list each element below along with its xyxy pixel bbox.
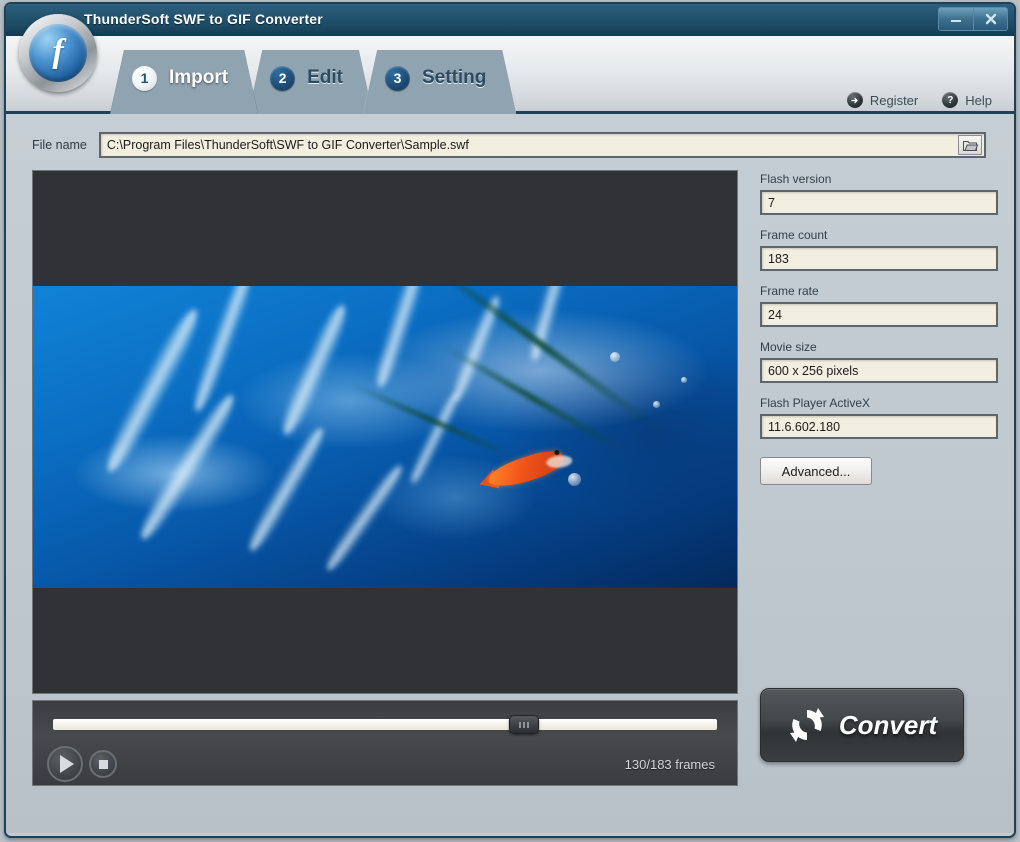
play-button[interactable]	[47, 746, 83, 782]
flash-version-value	[760, 190, 998, 215]
flash-logo-icon: f	[29, 24, 87, 82]
letterbox-bottom	[33, 588, 737, 693]
stop-icon	[98, 759, 108, 769]
tab-import[interactable]: 1 Import	[110, 50, 258, 114]
header-actions: Register ? Help	[846, 92, 992, 108]
tab-list: 1 Import 2 Edit 3 Setting	[110, 50, 506, 114]
app-logo-icon: f	[19, 14, 97, 92]
advanced-button[interactable]: Advanced...	[760, 457, 872, 485]
letterbox-top	[33, 171, 737, 286]
info-panel: Flash version Frame count Frame rate Mov…	[760, 170, 998, 786]
browse-button[interactable]	[958, 135, 982, 155]
flash-player-activex-value	[760, 414, 998, 439]
seek-slider-thumb[interactable]	[509, 715, 540, 734]
frame-rate-value	[760, 302, 998, 327]
help-icon: ?	[942, 92, 959, 108]
folder-open-icon	[962, 140, 978, 151]
tab-edit-number: 2	[270, 66, 295, 91]
player-controls: 130/183 frames	[32, 700, 738, 786]
content-columns: 130/183 frames Flash version Frame count…	[22, 170, 998, 786]
tab-import-label: Import	[169, 67, 229, 88]
minimize-button[interactable]	[939, 8, 973, 30]
tab-setting-label: Setting	[422, 67, 487, 88]
tab-edit-label: Edit	[307, 67, 343, 88]
field-flash-version: Flash version	[760, 172, 998, 215]
close-button[interactable]	[973, 8, 1007, 30]
stop-button[interactable]	[89, 750, 117, 778]
frame-counter-label: 130/183 frames	[624, 756, 715, 772]
field-frame-rate: Frame rate	[760, 284, 998, 327]
convert-label: Convert	[838, 709, 938, 740]
frame-rate-label: Frame rate	[760, 284, 819, 298]
tab-edit[interactable]: 2 Edit	[248, 50, 373, 114]
transport-row: 130/183 frames	[47, 746, 723, 782]
file-name-field-wrap	[98, 132, 986, 158]
flash-f-glyph: f	[52, 32, 64, 70]
field-frame-count: Frame count	[760, 228, 998, 271]
field-flash-player-activex: Flash Player ActiveX	[760, 396, 998, 439]
register-label: Register	[869, 92, 919, 108]
tab-setting-number: 3	[385, 66, 410, 91]
app-window: ThunderSoft SWF to GIF Converter f 1 Imp…	[4, 2, 1016, 838]
flash-version-label: Flash version	[760, 172, 832, 186]
file-name-input[interactable]	[100, 138, 984, 152]
window-title: ThunderSoft SWF to GIF Converter	[84, 11, 323, 27]
flash-player-activex-label: Flash Player ActiveX	[760, 396, 871, 410]
preview-frame-image	[33, 286, 737, 588]
swf-preview[interactable]	[32, 170, 738, 694]
frame-count-label: Frame count	[760, 228, 828, 242]
main-content: File name C:\Program Files\ThunderSoft\S…	[6, 114, 1014, 833]
tab-import-number: 1	[132, 66, 157, 91]
register-icon	[846, 92, 863, 108]
tab-setting[interactable]: 3 Setting	[363, 50, 516, 114]
help-button[interactable]: ? Help	[942, 92, 992, 108]
file-name-row: File name	[32, 132, 998, 158]
preview-column: 130/183 frames	[32, 170, 738, 786]
window-controls	[938, 7, 1008, 31]
file-name-label: File name	[32, 138, 87, 152]
refresh-circle-icon	[789, 708, 824, 742]
tab-strip: f 1 Import 2 Edit 3 Setting Register ? H…	[6, 14, 1014, 114]
play-icon	[60, 755, 74, 773]
title-bar: ThunderSoft SWF to GIF Converter	[6, 4, 1014, 36]
movie-size-label: Movie size	[760, 340, 817, 354]
seek-slider[interactable]	[53, 715, 717, 734]
convert-button[interactable]: Convert	[760, 688, 964, 762]
field-movie-size: Movie size	[760, 340, 998, 383]
register-button[interactable]: Register	[846, 92, 919, 108]
frame-count-value	[760, 246, 998, 271]
help-label: Help	[965, 92, 992, 108]
movie-size-value	[760, 358, 998, 383]
